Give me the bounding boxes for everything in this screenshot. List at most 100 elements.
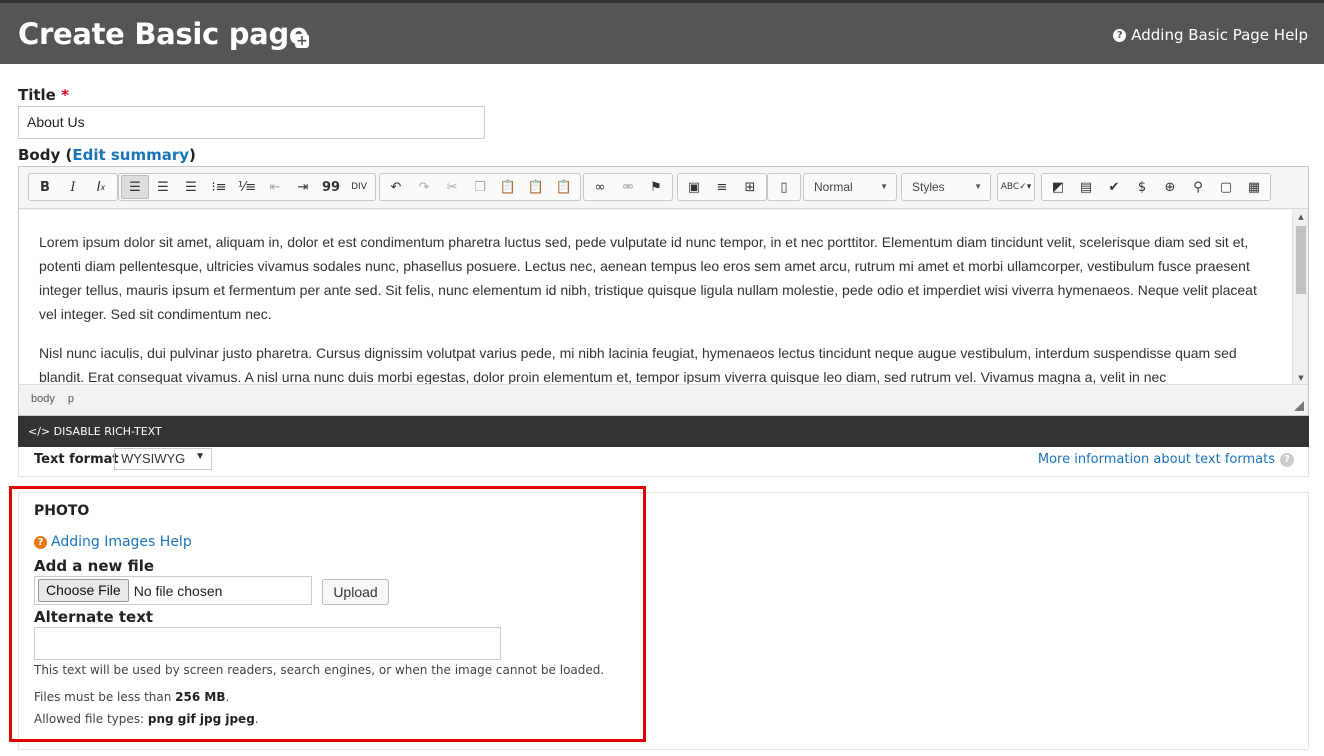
toolbar-group-media: ◩ ▤ ✔ $ ⊕ ⚲ ▢ ▦ (1041, 173, 1271, 201)
code-icon: </> (28, 425, 51, 438)
dollar-icon[interactable]: $ (1128, 175, 1156, 199)
rich-text-editor: B I Ix ☰ ☰ ☰ ⁝≡ ⅟≡ ⇤ ⇥ 99 DIV ↶ ↷ ✂ ❐ 📋 … (18, 166, 1309, 416)
element-path-bar: body p (19, 384, 1308, 415)
scroll-up-icon[interactable]: ▲ (1293, 213, 1309, 221)
square-icon[interactable]: ▢ (1212, 175, 1240, 199)
title-input[interactable]: About Us (18, 106, 485, 139)
outdent-icon[interactable]: ⇤ (261, 175, 289, 199)
more-info-link[interactable]: More information about text formats ? (1038, 452, 1294, 467)
align-center-icon[interactable]: ☰ (149, 175, 177, 199)
paste-text-icon[interactable]: 📋 (522, 175, 550, 199)
required-mark: * (61, 86, 69, 104)
undo-icon[interactable]: ↶ (382, 175, 410, 199)
paste-icon[interactable]: 📋 (494, 175, 522, 199)
media-embed-icon[interactable]: ◩ (1044, 175, 1072, 199)
editor-scrollbar[interactable]: ▲ ▼ (1292, 210, 1308, 385)
text-format-value: WYSIWYG (121, 451, 186, 466)
format-select[interactable]: Normal ▼ (803, 173, 897, 201)
file-types-prefix: Allowed file types: (34, 712, 145, 726)
help-link-label: Adding Basic Page Help (1131, 26, 1308, 44)
resize-handle-icon[interactable] (1294, 401, 1304, 411)
more-info-label: More information about text formats (1037, 452, 1275, 467)
cut-icon[interactable]: ✂ (438, 175, 466, 199)
image-icon[interactable]: ▣ (680, 175, 708, 199)
alternate-text-description: This text will be used by screen readers… (34, 663, 605, 677)
plus-square-icon[interactable]: ⊕ (1156, 175, 1184, 199)
film-icon[interactable]: ▦ (1240, 175, 1268, 199)
text-format-select[interactable]: WYSIWYG ▼ (114, 448, 212, 470)
question-icon: ? (1113, 28, 1127, 42)
file-size-limit: Files must be less than 256 MB. (34, 690, 230, 704)
chevron-down-icon: ▼ (195, 451, 205, 462)
styles-select-value: Styles (912, 180, 945, 194)
table-icon[interactable]: ⊞ (736, 175, 764, 199)
edit-summary-link[interactable]: Edit summary (72, 146, 189, 164)
numbered-list-icon[interactable]: ⅟≡ (233, 175, 261, 199)
format-select-value: Normal (814, 180, 853, 194)
disable-rich-text-button[interactable]: </> DISABLE RICH-TEXT (18, 416, 1309, 447)
indent-icon[interactable]: ⇥ (289, 175, 317, 199)
check-circle-icon[interactable]: ✔ (1100, 175, 1128, 199)
add-file-label: Add a new file (34, 557, 155, 575)
unlink-icon[interactable]: ⚮ (614, 175, 642, 199)
path-item-p[interactable]: p (68, 393, 74, 405)
upload-button[interactable]: Upload (322, 579, 389, 605)
map-marker-icon[interactable]: ⚲ (1184, 175, 1212, 199)
file-size-value: 256 MB (175, 690, 226, 704)
question-icon: ? (34, 535, 47, 549)
toolbar-group-basic: B I Ix (28, 173, 118, 201)
adding-images-help-label: Adding Images Help (51, 534, 192, 550)
path-item-body[interactable]: body (31, 393, 55, 405)
body-label-text: Body (18, 146, 61, 164)
toolbar-group-paragraph: ☰ ☰ ☰ ⁝≡ ⅟≡ ⇤ ⇥ 99 DIV (118, 173, 376, 201)
title-label-text: Title (18, 86, 56, 104)
scrollbar-thumb[interactable] (1296, 226, 1306, 294)
toolbar-group-links: ∞ ⚮ ⚑ (583, 173, 673, 201)
toolbar-group-spell: ABC✓▾ (997, 173, 1035, 201)
file-input[interactable]: Choose File No file chosen (34, 576, 312, 605)
paren-close: ) (189, 146, 196, 164)
blockquote-icon[interactable]: 99 (317, 175, 345, 199)
div-icon[interactable]: DIV (345, 175, 373, 199)
bold-icon[interactable]: B (31, 175, 59, 199)
bulleted-list-icon[interactable]: ⁝≡ (205, 175, 233, 199)
link-icon[interactable]: ∞ (586, 175, 614, 199)
editor-content[interactable]: Lorem ipsum dolor sit amet, aliquam in, … (19, 210, 1293, 385)
plus-icon[interactable]: + (295, 34, 309, 48)
file-size-prefix: Files must be less than (34, 690, 172, 704)
body-label: Body (Edit summary) (18, 146, 196, 164)
iframe-icon[interactable]: ▤ (1072, 175, 1100, 199)
editor-paragraph: Lorem ipsum dolor sit amet, aliquam in, … (39, 234, 1257, 322)
styles-select[interactable]: Styles ▼ (901, 173, 991, 201)
photo-section-title: PHOTO (34, 503, 90, 519)
text-format-label: Text format (34, 452, 119, 467)
anchor-flag-icon[interactable]: ⚑ (642, 175, 670, 199)
paste-word-icon[interactable]: 📋 (550, 175, 578, 199)
choose-file-button[interactable]: Choose File (38, 579, 129, 602)
editor-paragraph: Nisl nunc iaculis, dui pulvinar justo ph… (39, 345, 1237, 385)
allowed-file-types: Allowed file types: png gif jpg jpeg. (34, 712, 259, 726)
horizontal-rule-icon[interactable]: ≡ (708, 175, 736, 199)
toolbar-group-clipboard: ↶ ↷ ✂ ❐ 📋 📋 📋 (379, 173, 581, 201)
redo-icon[interactable]: ↷ (410, 175, 438, 199)
show-blocks-icon[interactable]: ▯ (770, 175, 798, 199)
title-label: Title * (18, 86, 69, 104)
text-format-row: Text format WYSIWYG ▼ More information a… (18, 447, 1309, 477)
spellcheck-icon[interactable]: ABC✓▾ (1000, 175, 1032, 199)
alternate-text-label: Alternate text (34, 608, 154, 626)
adding-images-help-link[interactable]: ? Adding Images Help (34, 534, 192, 550)
editor-toolbar: B I Ix ☰ ☰ ☰ ⁝≡ ⅟≡ ⇤ ⇥ 99 DIV ↶ ↷ ✂ ❐ 📋 … (19, 167, 1308, 209)
help-link[interactable]: ? Adding Basic Page Help (1113, 26, 1308, 44)
page-title: Create Basic page (18, 17, 309, 51)
question-icon: ? (1280, 452, 1294, 467)
file-types-value: png gif jpg jpeg (147, 712, 255, 726)
scroll-down-icon[interactable]: ▼ (1293, 374, 1309, 382)
disable-rich-text-label: DISABLE RICH-TEXT (53, 425, 162, 438)
italic-icon[interactable]: I (59, 175, 87, 199)
align-right-icon[interactable]: ☰ (177, 175, 205, 199)
alternate-text-input[interactable] (34, 627, 501, 660)
align-left-icon[interactable]: ☰ (121, 175, 149, 199)
no-file-chosen-text: No file chosen (133, 582, 223, 599)
copy-icon[interactable]: ❐ (466, 175, 494, 199)
remove-format-icon[interactable]: Ix (87, 175, 115, 199)
